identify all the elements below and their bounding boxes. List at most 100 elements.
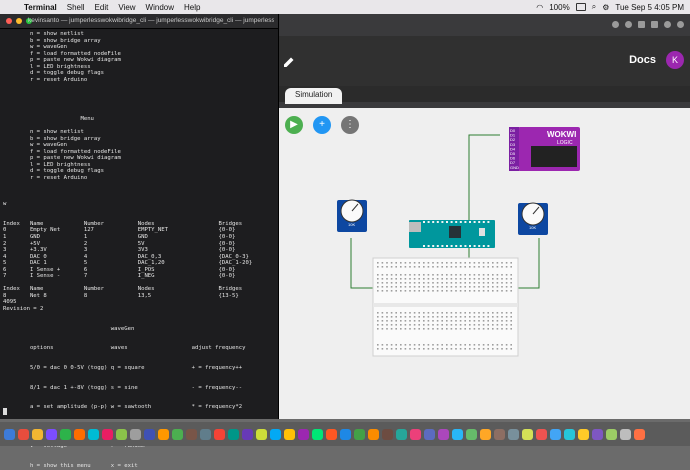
breadboard-hole[interactable]	[377, 312, 379, 314]
breadboard-hole[interactable]	[473, 278, 476, 280]
nano-pin[interactable]	[427, 245, 430, 247]
breadboard-hole[interactable]	[446, 290, 448, 292]
breadboard-hole[interactable]	[478, 282, 480, 284]
menu-app-name[interactable]: Terminal	[24, 3, 57, 12]
breadboard-hole[interactable]	[505, 320, 508, 322]
breadboard-hole[interactable]	[469, 286, 471, 288]
menu-help[interactable]: Help	[184, 3, 200, 12]
breadboard-hole[interactable]	[501, 316, 503, 318]
breadboard-hole[interactable]	[432, 344, 434, 346]
breadboard-hole[interactable]	[455, 328, 457, 330]
breadboard-hole[interactable]	[487, 320, 489, 322]
breadboard-hole[interactable]	[395, 290, 397, 292]
dock-app-icon[interactable]	[550, 428, 561, 440]
dock-app-icon[interactable]	[452, 428, 463, 440]
breadboard-hole[interactable]	[482, 328, 485, 330]
breadboard-hole[interactable]	[501, 328, 503, 330]
breadboard-hole[interactable]	[482, 290, 485, 292]
breadboard-hole[interactable]	[423, 324, 425, 326]
breadboard-hole[interactable]	[473, 282, 476, 284]
dock-app-icon[interactable]	[228, 428, 239, 440]
breadboard-hole[interactable]	[492, 348, 494, 350]
breadboard-hole[interactable]	[409, 328, 411, 330]
nano-pin[interactable]	[441, 245, 444, 247]
breadboard-hole[interactable]	[501, 278, 503, 280]
breadboard-hole[interactable]	[446, 282, 448, 284]
breadboard-hole[interactable]	[404, 320, 407, 322]
breadboard-hole[interactable]	[510, 348, 512, 350]
breadboard-hole[interactable]	[501, 286, 503, 288]
dock-app-icon[interactable]	[298, 428, 309, 440]
breadboard-hole[interactable]	[501, 312, 503, 314]
dock-app-icon[interactable]	[410, 428, 421, 440]
breadboard-hole[interactable]	[441, 266, 443, 268]
dock-app-icon[interactable]	[424, 428, 435, 440]
breadboard-hole[interactable]	[413, 328, 416, 330]
nano-pin[interactable]	[473, 221, 476, 223]
breadboard-hole[interactable]	[455, 316, 457, 318]
breadboard-hole[interactable]	[469, 328, 471, 330]
breadboard-hole[interactable]	[441, 278, 443, 280]
breadboard-hole[interactable]	[381, 324, 384, 326]
battery-icon[interactable]	[575, 3, 586, 11]
breadboard-hole[interactable]	[487, 316, 489, 318]
breadboard-hole[interactable]	[423, 320, 425, 322]
breadboard-hole[interactable]	[404, 282, 407, 284]
breadboard-hole[interactable]	[478, 324, 480, 326]
tab-simulation[interactable]: Simulation	[285, 88, 343, 104]
breadboard-hole[interactable]	[386, 278, 388, 280]
breadboard-hole[interactable]	[505, 262, 508, 264]
breadboard-hole[interactable]	[469, 262, 471, 264]
breadboard-hole[interactable]	[418, 286, 420, 288]
breadboard-hole[interactable]	[432, 316, 434, 318]
breadboard-hole[interactable]	[386, 286, 388, 288]
breadboard-hole[interactable]	[423, 348, 425, 350]
breadboard-hole[interactable]	[482, 324, 485, 326]
dock-app-icon[interactable]	[620, 428, 631, 440]
breadboard-hole[interactable]	[436, 262, 439, 264]
breadboard-hole[interactable]	[395, 328, 397, 330]
breadboard-hole[interactable]	[436, 312, 439, 314]
breadboard-hole[interactable]	[386, 320, 388, 322]
breadboard-hole[interactable]	[459, 266, 462, 268]
dock-app-icon[interactable]	[172, 428, 183, 440]
breadboard-hole[interactable]	[505, 290, 508, 292]
breadboard-hole[interactable]	[381, 274, 384, 276]
breadboard-hole[interactable]	[386, 328, 388, 330]
breadboard-hole[interactable]	[505, 344, 508, 346]
breadboard-hole[interactable]	[464, 312, 466, 314]
breadboard-hole[interactable]	[390, 290, 393, 292]
dock-app-icon[interactable]	[634, 428, 645, 440]
breadboard-hole[interactable]	[409, 316, 411, 318]
nano-pin[interactable]	[455, 221, 458, 223]
breadboard-hole[interactable]	[510, 266, 512, 268]
dock-app-icon[interactable]	[186, 428, 197, 440]
breadboard-hole[interactable]	[455, 320, 457, 322]
breadboard-hole[interactable]	[487, 278, 489, 280]
breadboard-hole[interactable]	[492, 262, 494, 264]
breadboard-hole[interactable]	[423, 282, 425, 284]
breadboard-hole[interactable]	[395, 278, 397, 280]
breadboard-hole[interactable]	[482, 344, 485, 346]
breadboard-hole[interactable]	[404, 274, 407, 276]
nano-pin[interactable]	[473, 245, 476, 247]
breadboard-hole[interactable]	[469, 290, 471, 292]
breadboard-hole[interactable]	[473, 324, 476, 326]
simulation-canvas[interactable]: ▶ + ⋮ WOKWI LOGIC D0 D1 D2 D3 D4 D5 D6 D7 GND	[279, 108, 690, 419]
breadboard-hole[interactable]	[464, 316, 466, 318]
breadboard-hole[interactable]	[464, 286, 466, 288]
breadboard-hole[interactable]	[409, 348, 411, 350]
breadboard-hole[interactable]	[464, 262, 466, 264]
breadboard-hole[interactable]	[381, 282, 384, 284]
breadboard-hole[interactable]	[487, 266, 489, 268]
breadboard-hole[interactable]	[418, 312, 420, 314]
breadboard-hole[interactable]	[404, 312, 407, 314]
breadboard-hole[interactable]	[501, 274, 503, 276]
breadboard-hole[interactable]	[413, 320, 416, 322]
breadboard-hole[interactable]	[446, 266, 448, 268]
breadboard-hole[interactable]	[441, 348, 443, 350]
breadboard-hole[interactable]	[432, 312, 434, 314]
breadboard-hole[interactable]	[400, 344, 402, 346]
breadboard-hole[interactable]	[487, 312, 489, 314]
breadboard-hole[interactable]	[436, 348, 439, 350]
